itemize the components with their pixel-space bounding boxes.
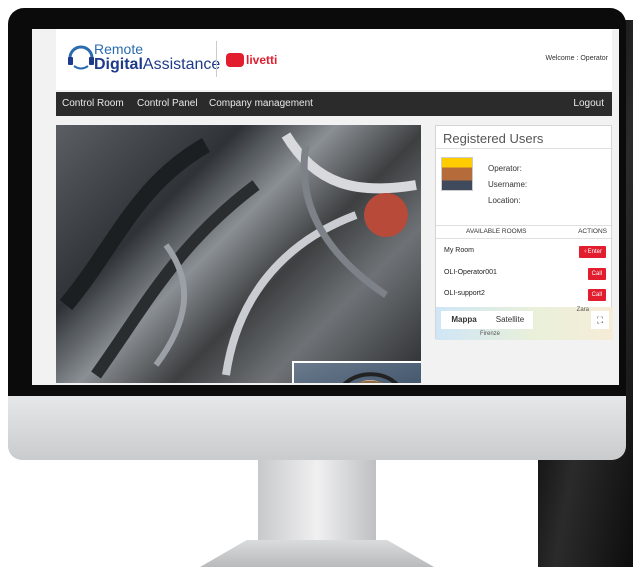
room-name-my-room: My Room [444, 247, 474, 254]
call-button-support2[interactable]: Call [587, 289, 606, 301]
map-label-firenze: Firenze [480, 331, 501, 337]
app-header: Remote DigitalAssistance livetti Welcome… [56, 29, 612, 90]
map-type-button[interactable]: Mappa [441, 311, 487, 329]
rooms-table-header: AVAILABLE ROOMS ACTIONS [436, 225, 613, 239]
nav-control-panel[interactable]: Control Panel [137, 98, 198, 109]
monitor-stand-foot [200, 540, 434, 567]
monitor-chin [8, 396, 626, 460]
registered-users-panel: Registered Users Operator: Username: Loc… [435, 125, 613, 340]
operator-video-pip [292, 361, 421, 383]
panel-divider [436, 148, 613, 149]
location-label: Location: [488, 196, 521, 205]
logo-assistance: Assistance [142, 56, 221, 73]
olivetti-brand: livetti [246, 53, 278, 67]
fullscreen-icon[interactable]: ⛶ [591, 311, 609, 329]
nav-company-management[interactable]: Company management [209, 98, 313, 109]
enter-button[interactable]: ♀Enter [579, 246, 606, 258]
room-name-oli-support2: OLI-support2 [444, 290, 485, 297]
col-available-rooms: AVAILABLE ROOMS [466, 228, 527, 235]
logo-remote-text: Remote [94, 41, 144, 57]
room-name-oli-operator001: OLI-Operator001 [444, 269, 497, 276]
logo-divider [216, 41, 217, 77]
main-video-feed [56, 125, 421, 383]
monitor-stand [258, 460, 376, 552]
engine-image [59, 132, 417, 379]
call-button-operator001[interactable]: Call [587, 268, 606, 280]
logo-digital: Digital [94, 56, 143, 73]
remote-assistance-logo-icon [68, 45, 94, 70]
nav-control-room[interactable]: Control Room [62, 98, 124, 109]
logout-link[interactable]: Logout [573, 98, 604, 109]
operator-face-image [342, 372, 399, 383]
logo-digital-assistance-text: DigitalAssistance [94, 56, 220, 74]
monitor-frame: Remote DigitalAssistance livetti Welcome… [8, 8, 626, 396]
operator-label: Operator: [488, 164, 522, 173]
panel-title: Registered Users [443, 131, 544, 146]
navbar: Control Room Control Panel Company manag… [56, 92, 612, 116]
welcome-text: Welcome : Operator [545, 55, 608, 62]
satellite-type-button[interactable]: Satellite [487, 311, 533, 329]
col-actions: ACTIONS [578, 228, 607, 235]
screen: Remote DigitalAssistance livetti Welcome… [32, 29, 619, 385]
olivetti-logo-icon [226, 53, 244, 67]
username-label: Username: [488, 180, 528, 189]
map-label-zara: Zara [576, 307, 589, 313]
map-widget[interactable]: Mappa Satellite Firenze Zara ⛶ [436, 307, 613, 340]
avatar [441, 157, 473, 191]
